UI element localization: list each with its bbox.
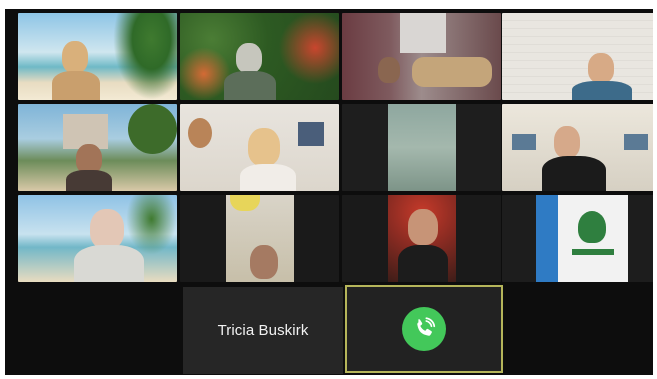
participant-tile-11[interactable] <box>342 195 501 282</box>
audio-only-participant-tile[interactable]: Tricia Buskirk <box>183 287 343 374</box>
participant-name: Tricia Buskirk <box>217 322 309 339</box>
participant-tile-5[interactable] <box>18 104 177 191</box>
participant-tile-12[interactable] <box>502 195 653 282</box>
participant-tile-8[interactable] <box>502 104 653 191</box>
phone-call-icon <box>417 317 436 336</box>
participant-tile-4[interactable] <box>502 13 653 100</box>
participant-tile-9[interactable] <box>18 195 177 282</box>
participant-tile-7[interactable] <box>342 104 501 191</box>
call-button[interactable] <box>402 307 446 351</box>
participant-tile-6[interactable] <box>180 104 339 191</box>
participant-tile-3[interactable] <box>342 13 501 100</box>
girl-scouts-logo-icon <box>578 211 606 243</box>
video-gallery: Tricia Buskirk <box>5 9 653 375</box>
participant-tile-2[interactable] <box>180 13 339 100</box>
participant-tile-10[interactable] <box>180 195 339 282</box>
phone-participant-tile[interactable] <box>345 285 503 373</box>
participant-tile-1[interactable] <box>18 13 177 100</box>
